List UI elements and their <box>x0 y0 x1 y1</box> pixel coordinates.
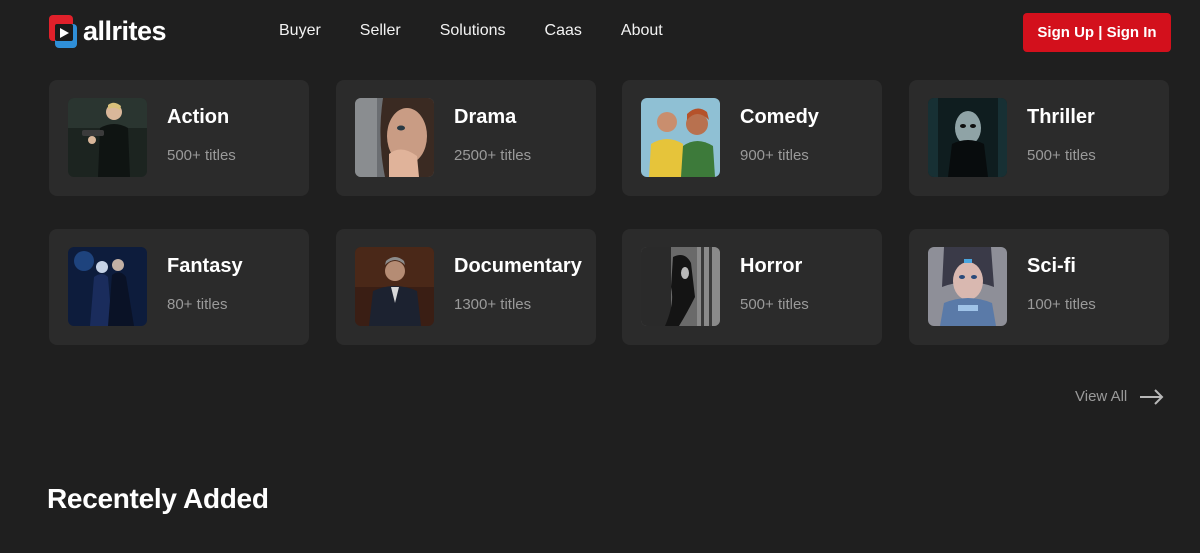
genre-card-comedy[interactable]: Comedy 900+ titles <box>622 80 882 196</box>
logo-text: allrites <box>83 15 167 46</box>
view-all-link[interactable]: View All <box>1075 388 1164 405</box>
genre-title: Drama <box>454 106 517 128</box>
fantasy-thumbnail <box>68 247 147 326</box>
genre-title: Comedy <box>740 106 819 128</box>
comedy-thumbnail <box>641 98 720 177</box>
genre-count: 1300+ titles <box>454 296 532 313</box>
nav-about[interactable]: About <box>621 22 663 40</box>
site-header: allrites Buyer Seller Solutions Caas Abo… <box>0 0 1200 64</box>
genre-card-drama[interactable]: Drama 2500+ titles <box>336 80 596 196</box>
logo[interactable]: allrites <box>46 12 167 52</box>
genre-count: 500+ titles <box>1027 147 1096 164</box>
section-title-recently-added: Recentely Added <box>47 483 269 514</box>
genre-card-fantasy[interactable]: Fantasy 80+ titles <box>49 229 309 345</box>
genre-count: 900+ titles <box>740 147 809 164</box>
genre-card-thriller[interactable]: Thriller 500+ titles <box>909 80 1169 196</box>
genre-title: Horror <box>740 255 803 277</box>
genre-title: Thriller <box>1027 106 1095 128</box>
nav-caas[interactable]: Caas <box>545 22 582 40</box>
action-thumbnail <box>68 98 147 177</box>
view-all-label: View All <box>1075 388 1128 405</box>
genre-card-documentary[interactable]: Documentary 1300+ titles <box>336 229 596 345</box>
genre-count: 100+ titles <box>1027 296 1096 313</box>
main-nav: Buyer Seller Solutions Caas About <box>279 22 663 40</box>
sign-up-sign-in-button[interactable]: Sign Up | Sign In <box>1023 13 1171 52</box>
genre-count: 500+ titles <box>740 296 809 313</box>
genre-card-scifi[interactable]: Sci-fi 100+ titles <box>909 229 1169 345</box>
genre-title: Fantasy <box>167 255 243 277</box>
play-logo-icon <box>49 15 77 48</box>
documentary-thumbnail <box>355 247 434 326</box>
horror-thumbnail <box>641 247 720 326</box>
drama-thumbnail <box>355 98 434 177</box>
arrow-right-icon <box>1140 388 1164 405</box>
scifi-thumbnail <box>928 247 1007 326</box>
genre-title: Sci-fi <box>1027 255 1076 277</box>
nav-seller[interactable]: Seller <box>360 22 401 40</box>
genre-count: 80+ titles <box>167 296 228 313</box>
genre-card-action[interactable]: Action 500+ titles <box>49 80 309 196</box>
genre-count: 500+ titles <box>167 147 236 164</box>
genre-count: 2500+ titles <box>454 147 532 164</box>
genre-card-horror[interactable]: Horror 500+ titles <box>622 229 882 345</box>
genre-title: Documentary <box>454 255 582 277</box>
nav-solutions[interactable]: Solutions <box>440 22 506 40</box>
nav-buyer[interactable]: Buyer <box>279 22 321 40</box>
genre-title: Action <box>167 106 230 128</box>
page: allrites Buyer Seller Solutions Caas Abo… <box>0 0 1200 553</box>
thriller-thumbnail <box>928 98 1007 177</box>
